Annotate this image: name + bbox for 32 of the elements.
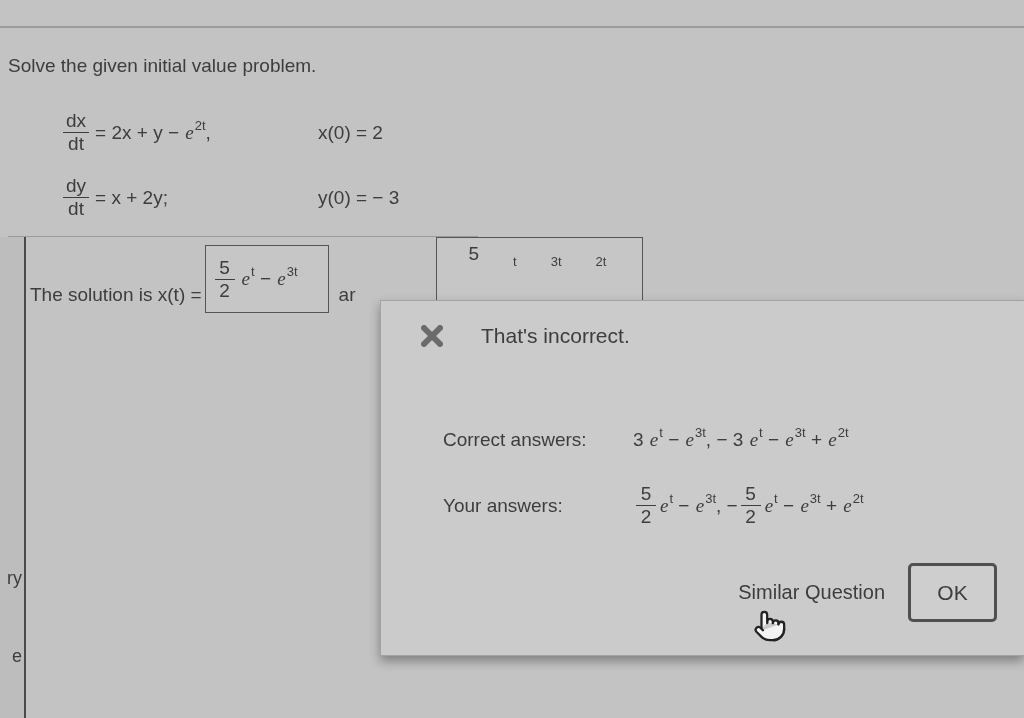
- answer-fragment: t: [513, 253, 517, 271]
- side-panel-text: ry: [7, 567, 23, 589]
- fraction-numerator: 5: [636, 483, 656, 506]
- equation-text: = 2x + y − e$^{2t}$,: [95, 119, 211, 145]
- answers-label: Your answers:: [443, 493, 563, 518]
- equation-text: = x + 2y;: [95, 185, 168, 210]
- fraction-denominator: dt: [67, 198, 85, 220]
- fraction-denominator: 2: [744, 506, 757, 528]
- answer-fragment: 2t: [595, 253, 607, 271]
- fraction-numerator: 5: [740, 483, 761, 506]
- answer-fragment: 5: [468, 244, 480, 264]
- initial-condition: y(0) = − 3: [318, 185, 400, 210]
- fraction-denominator: 2: [218, 279, 231, 302]
- answer-fragment: 3t: [550, 253, 562, 271]
- ok-button[interactable]: OK: [908, 563, 997, 622]
- math-expression: e$^{t}$ − e$^{3t}$: [240, 266, 298, 291]
- similar-question-link[interactable]: Similar Question: [738, 577, 885, 608]
- solution-text: ar: [338, 283, 356, 307]
- initial-condition: x(0) = 2: [318, 120, 383, 145]
- fraction-numerator: dy: [63, 175, 90, 198]
- math-expression: 3 e$^{t}$ − e$^{3t}$, − 3 e$^{t}$ − e$^{3t}$ + e$^{2t}$: [633, 427, 849, 452]
- fraction-denominator: 2: [639, 506, 653, 528]
- question-text: Solve the given initial value problem.: [8, 54, 317, 78]
- answers-label: Correct answers:: [443, 428, 587, 452]
- math-expression: e$^{t}$ − e$^{3t}$, −: [659, 492, 738, 518]
- fraction-numerator: dx: [63, 110, 90, 133]
- solution-text: The solution is x(t) =: [30, 283, 202, 307]
- fraction-denominator: dt: [67, 133, 85, 155]
- math-expression: e$^{t}$ − e$^{3t}$ + e$^{2t}$: [763, 492, 864, 518]
- side-panel-text: e: [12, 645, 23, 667]
- fraction-numerator: 5: [214, 256, 235, 280]
- cross-icon: [421, 325, 443, 347]
